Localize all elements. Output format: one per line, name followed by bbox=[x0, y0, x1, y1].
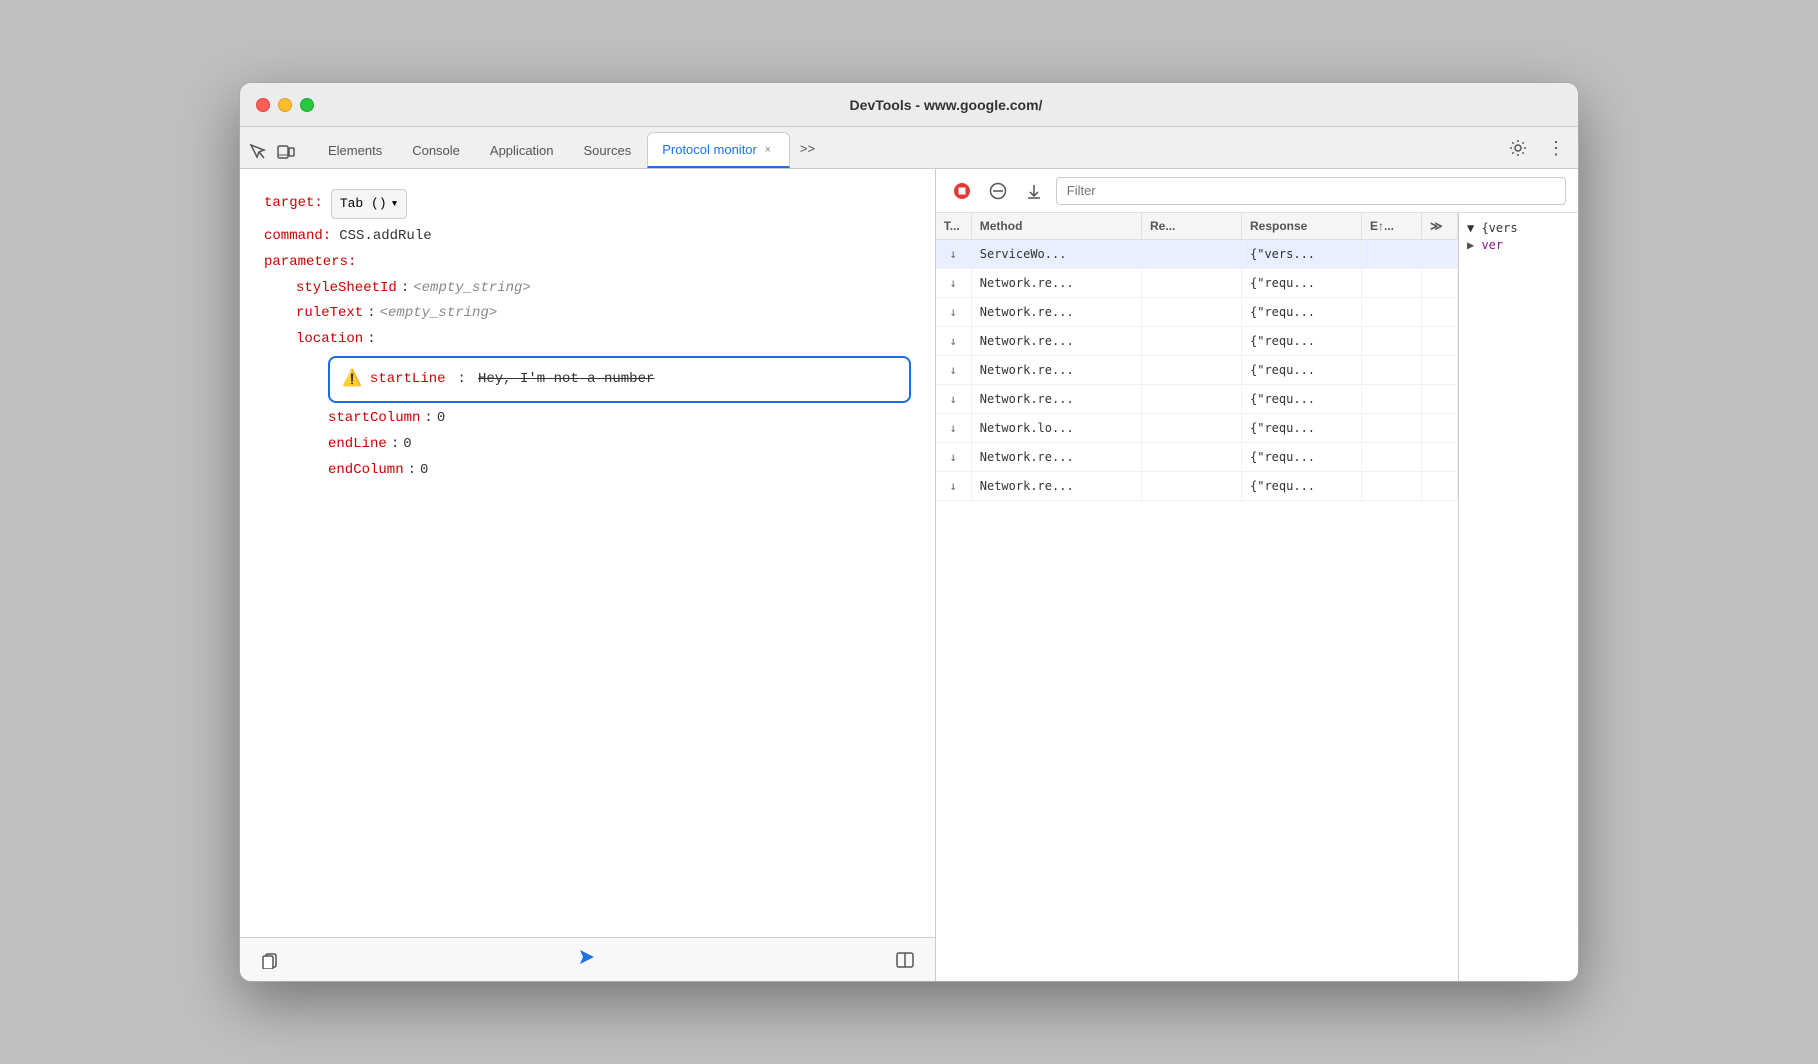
end-column-key: endColumn bbox=[328, 459, 404, 483]
col-method: Method bbox=[972, 213, 1142, 239]
send-command-icon[interactable] bbox=[576, 946, 598, 974]
tab-bar-actions: ⋮ bbox=[1504, 134, 1570, 168]
table-header: T... Method Re... Response E↑... ≫ bbox=[936, 213, 1458, 240]
window-title: DevTools - www.google.com/ bbox=[330, 97, 1562, 113]
detail-line-2: ▶ ver bbox=[1467, 238, 1570, 252]
start-column-row: startColumn : 0 bbox=[328, 407, 911, 431]
devtools-window: DevTools - www.google.com/ Elements bbox=[239, 82, 1579, 982]
inspect-element-icon[interactable] bbox=[248, 142, 268, 162]
filter-input[interactable] bbox=[1056, 177, 1566, 205]
maximize-button[interactable] bbox=[300, 98, 314, 112]
warning-triangle-icon: ⚠️ bbox=[342, 366, 362, 393]
row-extra bbox=[1362, 240, 1422, 268]
style-sheet-id-key: styleSheetId bbox=[296, 277, 397, 301]
rule-text-value: <empty_string> bbox=[380, 302, 498, 326]
start-line-warning-row: ⚠️ startLine : Hey, I'm not a number bbox=[328, 356, 911, 403]
close-button[interactable] bbox=[256, 98, 270, 112]
tab-more-icon[interactable]: >> bbox=[792, 135, 823, 162]
table-row[interactable]: ↓ Network.lo... {"requ... bbox=[936, 414, 1458, 443]
style-sheet-id-row: styleSheetId : <empty_string> bbox=[296, 277, 911, 301]
clear-icon[interactable] bbox=[984, 177, 1012, 205]
rule-text-key: ruleText bbox=[296, 302, 363, 326]
traffic-lights bbox=[256, 98, 314, 112]
end-column-row: endColumn : 0 bbox=[328, 459, 911, 483]
command-value: CSS.addRule bbox=[339, 225, 431, 249]
row-request bbox=[1142, 240, 1242, 268]
col-response: Response bbox=[1242, 213, 1362, 239]
detail-line-1: ▼ {vers bbox=[1467, 221, 1570, 235]
table-row[interactable]: ↓ Network.re... {"requ... bbox=[936, 298, 1458, 327]
start-column-key: startColumn bbox=[328, 407, 420, 431]
col-extra: E↑... bbox=[1362, 213, 1422, 239]
location-key: location bbox=[296, 328, 363, 352]
left-content: target: Tab () ▾ command: CSS.addRule pa… bbox=[240, 169, 935, 937]
end-line-row: endLine : 0 bbox=[328, 433, 911, 457]
tab-close-icon[interactable]: × bbox=[761, 143, 775, 157]
main-area: target: Tab () ▾ command: CSS.addRule pa… bbox=[240, 169, 1578, 981]
table-body: ↓ ServiceWo... {"vers... ↓ Network.re...… bbox=[936, 240, 1458, 981]
right-panel: T... Method Re... Response E↑... ≫ ↓ Ser… bbox=[936, 169, 1578, 981]
stop-recording-icon[interactable] bbox=[948, 177, 976, 205]
left-panel: target: Tab () ▾ command: CSS.addRule pa… bbox=[240, 169, 936, 981]
tab-sources[interactable]: Sources bbox=[570, 132, 646, 168]
command-key-label: command: bbox=[264, 225, 331, 249]
command-row: command: CSS.addRule bbox=[264, 225, 911, 249]
right-toolbar bbox=[936, 169, 1578, 213]
end-line-key: endLine bbox=[328, 433, 387, 457]
col-more[interactable]: ≫ bbox=[1422, 213, 1458, 239]
protocol-table: T... Method Re... Response E↑... ≫ ↓ Ser… bbox=[936, 213, 1458, 981]
tab-bar: Elements Console Application Sources Pro… bbox=[240, 127, 1578, 169]
row-empty bbox=[1422, 240, 1458, 268]
table-row[interactable]: ↓ Network.re... {"requ... bbox=[936, 385, 1458, 414]
toggle-panel-icon[interactable] bbox=[891, 946, 919, 974]
copy-icon[interactable] bbox=[256, 946, 284, 974]
table-row[interactable]: ↓ Network.re... {"requ... bbox=[936, 356, 1458, 385]
left-toolbar bbox=[240, 937, 935, 981]
table-row[interactable]: ↓ ServiceWo... {"vers... bbox=[936, 240, 1458, 269]
table-row[interactable]: ↓ Network.re... {"requ... bbox=[936, 327, 1458, 356]
tab-elements[interactable]: Elements bbox=[314, 132, 396, 168]
detail-key-ver: ver bbox=[1481, 238, 1503, 252]
start-column-value: 0 bbox=[437, 407, 445, 431]
rule-text-row: ruleText : <empty_string> bbox=[296, 302, 911, 326]
row-method: ServiceWo... bbox=[972, 240, 1142, 268]
tab-console[interactable]: Console bbox=[398, 132, 474, 168]
minimize-button[interactable] bbox=[278, 98, 292, 112]
start-line-value: Hey, I'm not a number bbox=[478, 368, 654, 392]
target-key-label: target: bbox=[264, 192, 323, 216]
table-row[interactable]: ↓ Network.re... {"requ... bbox=[936, 269, 1458, 298]
col-type: T... bbox=[936, 213, 972, 239]
settings-icon[interactable] bbox=[1504, 134, 1532, 162]
tab-application[interactable]: Application bbox=[476, 132, 568, 168]
parameters-key-label: parameters: bbox=[264, 251, 356, 275]
end-column-value: 0 bbox=[420, 459, 428, 483]
location-row: location : bbox=[296, 328, 911, 352]
right-detail-panel: ▼ {vers ▶ ver bbox=[1458, 213, 1578, 981]
title-bar: DevTools - www.google.com/ bbox=[240, 83, 1578, 127]
col-request: Re... bbox=[1142, 213, 1242, 239]
devtools-icons bbox=[248, 142, 296, 168]
row-arrow: ↓ bbox=[936, 240, 972, 268]
table-row[interactable]: ↓ Network.re... {"requ... bbox=[936, 472, 1458, 501]
parameters-row: parameters: bbox=[264, 251, 911, 275]
save-icon[interactable] bbox=[1020, 177, 1048, 205]
device-toggle-icon[interactable] bbox=[276, 142, 296, 162]
table-row[interactable]: ↓ Network.re... {"requ... bbox=[936, 443, 1458, 472]
right-main: T... Method Re... Response E↑... ≫ ↓ Ser… bbox=[936, 213, 1578, 981]
target-row: target: Tab () ▾ bbox=[264, 189, 911, 219]
target-select[interactable]: Tab () ▾ bbox=[331, 189, 408, 219]
dropdown-arrow-icon: ▾ bbox=[391, 193, 399, 215]
tab-protocol-monitor[interactable]: Protocol monitor × bbox=[647, 132, 790, 168]
row-response: {"vers... bbox=[1242, 240, 1362, 268]
style-sheet-id-value: <empty_string> bbox=[413, 277, 531, 301]
menu-icon[interactable]: ⋮ bbox=[1542, 134, 1570, 162]
end-line-value: 0 bbox=[403, 433, 411, 457]
start-line-key: startLine bbox=[370, 368, 446, 392]
detail-arrow-icon: ▶ bbox=[1467, 238, 1481, 252]
